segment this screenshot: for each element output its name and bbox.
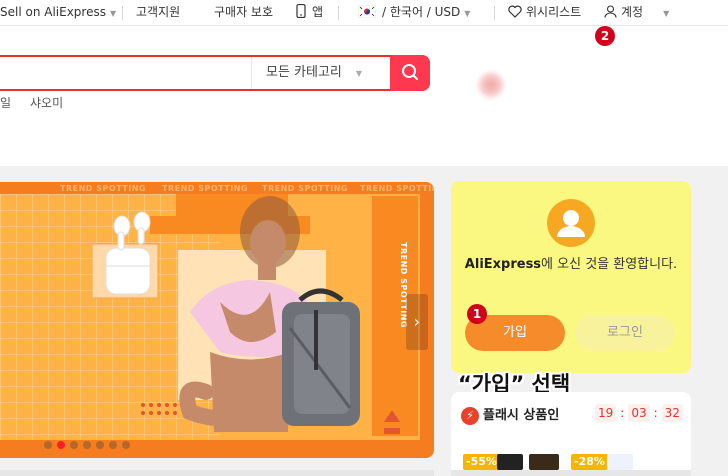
discount-badge: -28%	[571, 454, 608, 470]
top-navigation-bar: Sell on AliExpress ▼ 고객지원 구매자 보호 앱 / 한국어 …	[0, 0, 728, 26]
hot-search-word[interactable]: 일	[0, 94, 11, 111]
heart-icon	[508, 5, 522, 18]
login-button[interactable]: 로그인	[575, 315, 675, 351]
carousel-dot[interactable]	[70, 441, 78, 449]
next-banner-edge	[0, 470, 434, 476]
language-currency-selector[interactable]: / 한국어 / USD ▼	[357, 4, 471, 22]
sell-label: Sell on AliExpress	[0, 5, 106, 19]
customer-support-link[interactable]: 고객지원	[136, 4, 180, 20]
welcome-text-rest: 에 오신 것을 환영합니다.	[541, 257, 678, 272]
flash-deals-title: ⚡ 플래시 상품인	[461, 404, 559, 425]
timer-minutes: 03	[628, 404, 650, 422]
wishlist-label: 위시리스트	[526, 5, 582, 19]
flash-title-text: 플래시 상품인	[483, 408, 560, 423]
carousel-dot[interactable]	[122, 441, 130, 449]
divider	[122, 6, 123, 20]
discount-badge: -55%	[463, 454, 500, 470]
category-label: 모든 카테고리	[266, 65, 342, 80]
banner-trend-text: TREND SPOTTING	[60, 184, 146, 193]
search-input[interactable]	[4, 61, 244, 85]
lightning-icon: ⚡	[461, 406, 479, 425]
product-thumbnail[interactable]	[529, 454, 559, 470]
korea-flag-icon	[357, 4, 377, 19]
account-label: 계정	[621, 5, 644, 19]
chevron-right-icon: ›	[413, 312, 421, 331]
carousel-dot-active[interactable]	[57, 441, 65, 449]
app-link[interactable]: 앱	[296, 3, 324, 20]
carousel-dot[interactable]	[96, 441, 104, 449]
flash-deals-card[interactable]: ⚡ 플래시 상품인 19:03:32 -55% -28%	[451, 392, 691, 476]
carousel-dot[interactable]	[44, 441, 52, 449]
chevron-down-icon: ▼	[663, 9, 670, 18]
promo-banner[interactable]: TREND SPOTTING TREND SPOTTING TREND SPOT…	[0, 182, 434, 458]
backpack-product-image	[282, 288, 360, 426]
blurred-image	[478, 72, 504, 98]
welcome-message: AliExpress에 오신 것을 환영합니다.	[451, 255, 691, 274]
banner-next-button[interactable]: ›	[406, 294, 428, 350]
divider	[494, 6, 495, 20]
account-menu[interactable]: 계정 ▼	[604, 4, 669, 22]
search-icon	[402, 64, 418, 80]
locale-label: / 한국어 / USD	[382, 5, 461, 19]
user-avatar-icon	[557, 210, 585, 237]
chevron-down-icon: ▼	[355, 69, 363, 78]
buyer-protection-link[interactable]: 구매자 보호	[214, 4, 273, 20]
timer-hours: 19	[595, 404, 617, 422]
hot-search-word[interactable]: 샤오미	[30, 94, 63, 111]
decor-triangle	[384, 410, 400, 434]
carousel-dot[interactable]	[109, 441, 117, 449]
sell-on-aliexpress-link[interactable]: Sell on AliExpress ▼	[0, 4, 116, 22]
step-badge-2: 2	[595, 26, 615, 46]
category-select[interactable]: 모든 카테고리 ▼	[251, 57, 389, 89]
welcome-card: AliExpress에 오신 것을 환영합니다. 가입 로그인	[451, 181, 691, 373]
step-badge-1: 1	[467, 304, 487, 324]
avatar	[547, 199, 595, 247]
wishlist-link[interactable]: 위시리스트	[508, 4, 581, 20]
banner-trend-text: TREND SPOTTING	[360, 184, 434, 193]
product-thumbnail[interactable]	[607, 454, 633, 470]
app-label: 앱	[312, 5, 324, 19]
carousel-dot[interactable]	[83, 441, 91, 449]
timer-seconds: 32	[661, 404, 683, 422]
decor-dots	[141, 403, 177, 415]
product-thumbnail[interactable]	[497, 454, 523, 470]
chevron-down-icon: ▼	[109, 9, 117, 18]
search-button[interactable]	[390, 55, 430, 91]
carousel-indicators	[44, 434, 135, 453]
user-icon	[604, 5, 617, 18]
phone-icon	[296, 3, 306, 19]
chevron-down-icon: ▼	[464, 9, 471, 18]
divider	[338, 6, 339, 20]
countdown-timer: 19:03:32	[595, 404, 683, 422]
search-bar: 모든 카테고리 ▼	[0, 55, 430, 91]
header: 모든 카테고리 ▼ 일 샤오미	[0, 26, 728, 166]
next-card-edge	[451, 470, 691, 476]
welcome-brand: AliExpress	[464, 257, 542, 272]
